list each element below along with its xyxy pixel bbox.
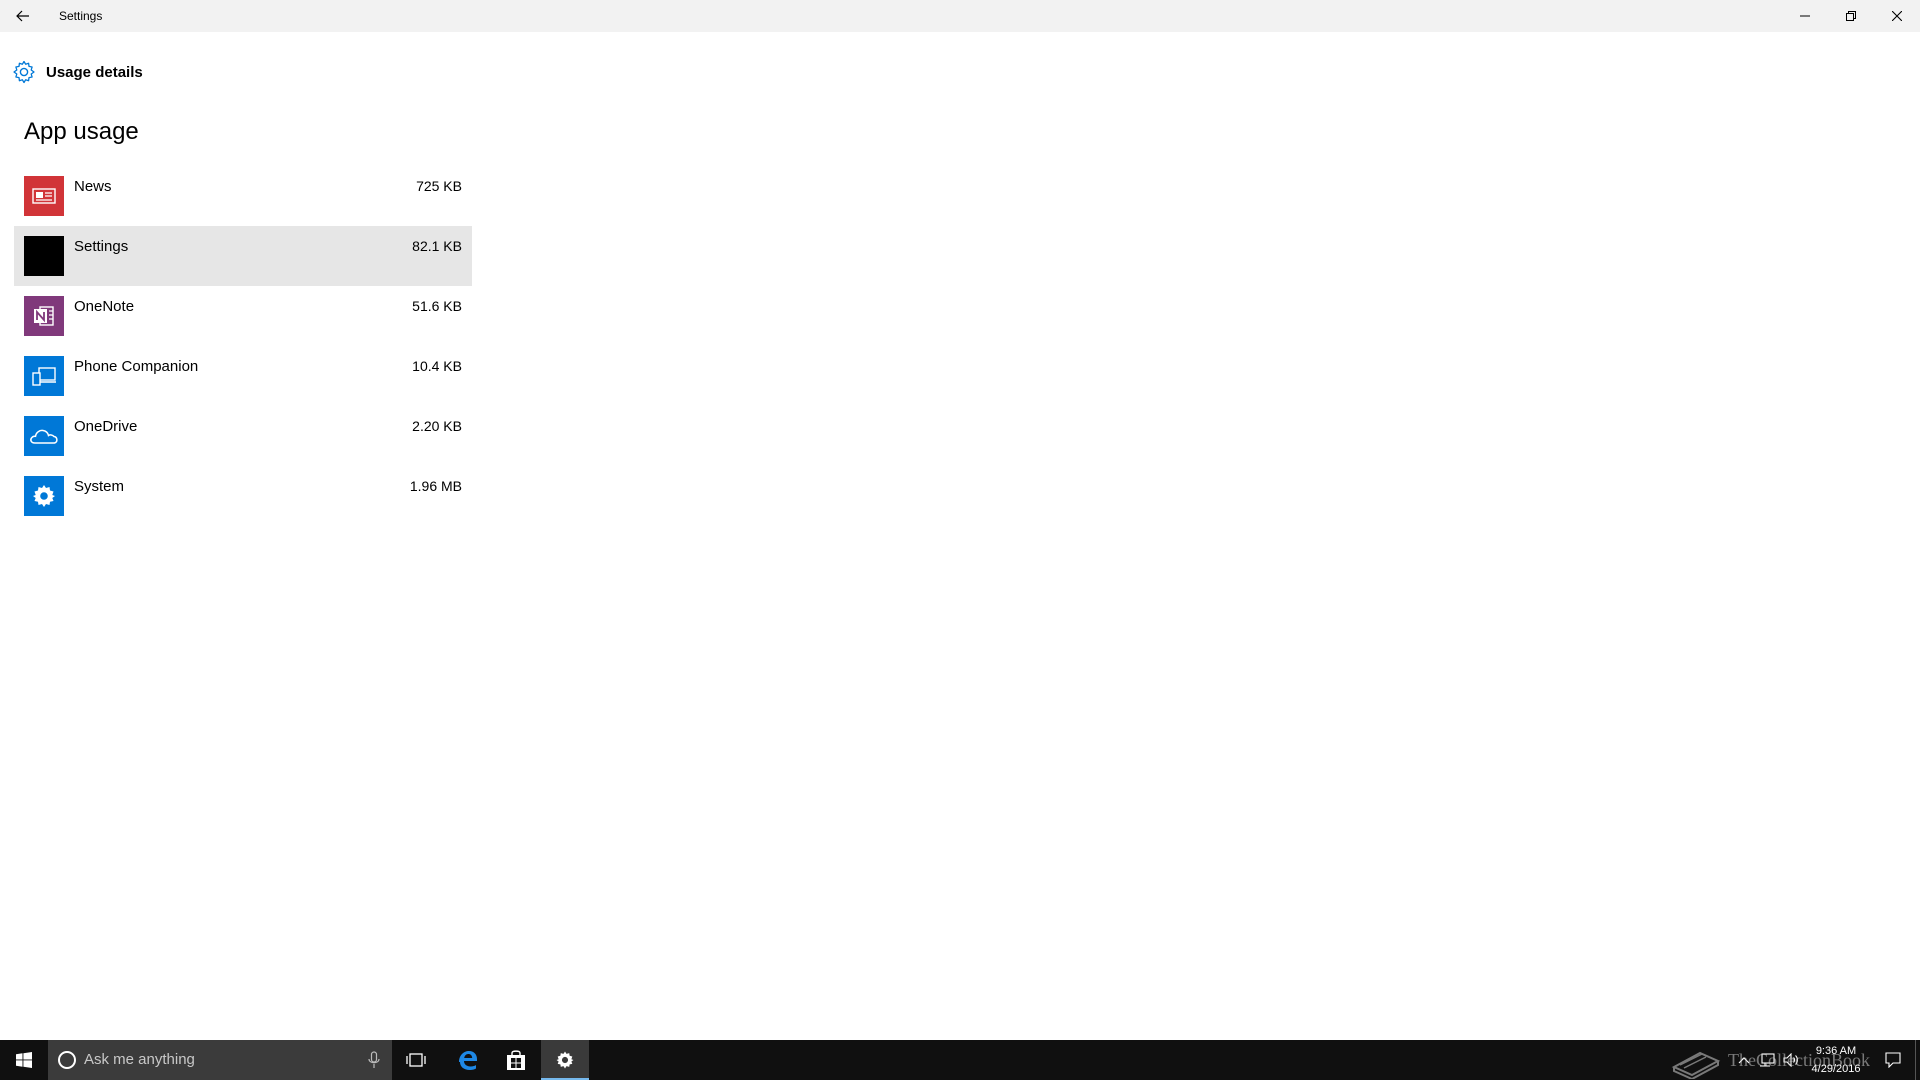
section-title: App usage [24, 118, 139, 145]
app-size: 82.1 KB [412, 238, 462, 254]
app-name: OneNote [74, 298, 135, 315]
settings-gear-icon [556, 1051, 574, 1069]
restore-icon [1846, 11, 1856, 21]
settings-app-icon [24, 236, 64, 276]
settings-taskbar-button[interactable] [541, 1040, 589, 1080]
edge-icon [459, 1051, 477, 1070]
app-row-settings[interactable]: Settings 82.1 KB [14, 226, 472, 286]
app-row-onenote[interactable]: OneNote 51.6 KB [14, 286, 472, 346]
phone-companion-icon [24, 356, 64, 396]
app-size: 725 KB [416, 178, 462, 194]
watermark-text: TheCollectionBook [1728, 1049, 1870, 1070]
page-title: Usage details [46, 63, 143, 81]
app-size: 51.6 KB [412, 298, 462, 314]
onenote-icon [24, 296, 64, 336]
gear-icon [12, 60, 36, 84]
search-placeholder: Ask me anything [84, 1051, 195, 1068]
app-row-system[interactable]: System 1.96 MB [14, 466, 472, 526]
edge-browser-button[interactable] [443, 1040, 491, 1080]
taskbar: Ask me anything 9:36 AM 4/29/2016 [0, 1040, 1920, 1080]
store-icon [507, 1050, 525, 1070]
app-usage-list: News 725 KB Settings 82.1 KB OneNote 51.… [14, 166, 472, 526]
book-logo-icon [1671, 1051, 1721, 1079]
page-header: Usage details [12, 58, 143, 86]
app-name: Settings [74, 238, 129, 255]
minimize-icon [1800, 15, 1810, 17]
onedrive-icon [24, 416, 64, 456]
close-button[interactable] [1874, 0, 1920, 32]
app-name: OneDrive [74, 418, 138, 435]
task-view-icon [406, 1053, 426, 1067]
start-button[interactable] [0, 1040, 48, 1080]
microphone-icon[interactable] [366, 1050, 382, 1070]
back-arrow-icon [16, 10, 29, 22]
app-row-onedrive[interactable]: OneDrive 2.20 KB [14, 406, 472, 466]
app-row-phone-companion[interactable]: Phone Companion 10.4 KB [14, 346, 472, 406]
close-icon [1892, 11, 1902, 21]
store-button[interactable] [492, 1040, 540, 1080]
cortana-search-box[interactable]: Ask me anything [48, 1040, 392, 1080]
windows-logo-icon [16, 1052, 32, 1068]
minimize-button[interactable] [1782, 0, 1828, 32]
watermark: TheCollectionBook [1670, 1040, 1920, 1080]
news-icon [24, 176, 64, 216]
app-size: 1.96 MB [409, 478, 462, 494]
app-row-news[interactable]: News 725 KB [14, 166, 472, 226]
app-name: Phone Companion [74, 358, 199, 375]
cortana-icon [58, 1051, 76, 1069]
app-size: 2.20 KB [412, 418, 462, 434]
app-size: 10.4 KB [412, 358, 462, 374]
app-name: System [74, 478, 125, 495]
app-name: News [74, 178, 112, 195]
system-gear-icon [24, 476, 64, 516]
back-button[interactable] [0, 0, 46, 32]
title-bar: Settings [0, 0, 1920, 32]
task-view-button[interactable] [392, 1040, 440, 1080]
restore-button[interactable] [1828, 0, 1874, 32]
window-title: Settings [59, 9, 103, 23]
